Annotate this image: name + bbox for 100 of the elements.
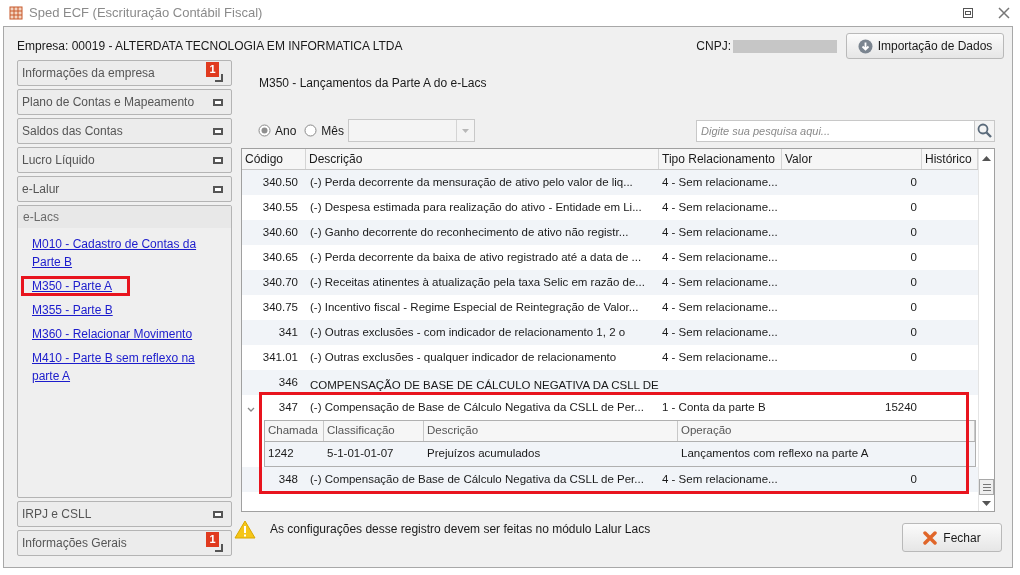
table-cell: 4 - Sem relacioname... — [662, 300, 778, 313]
table-cell: 1242 — [268, 447, 294, 460]
table-cell-text: 0 — [910, 299, 917, 315]
section-label: IRPJ e CSLL — [22, 506, 92, 523]
table-cell: (-) Compensação de Base de Cálculo Negativa da CSLL de Per... — [310, 472, 644, 485]
nav-link[interactable]: M355 - Parte B — [32, 301, 113, 319]
close-button[interactable]: Fechar — [902, 523, 1002, 552]
accordion-header[interactable]: Plano de Contas e Mapeamento — [17, 89, 232, 115]
table-cell-text: 15240 — [885, 399, 917, 415]
column-header[interactable]: Descrição — [306, 149, 659, 169]
nav-link[interactable]: M360 - Relacionar Movimento — [32, 325, 193, 343]
corner-icon — [214, 542, 223, 552]
table-cell: (-) Outras exclusões - com indicador de relacionamento 1, 2 o — [310, 325, 626, 338]
radio-button[interactable]: Mês — [304, 121, 345, 140]
table-cell: 4 - Sem relacioname... — [662, 325, 778, 338]
table-cell-text: 347 — [278, 399, 298, 415]
table-cell: 4 - Sem relacioname... — [662, 350, 778, 363]
table-cell: 4 - Sem relacioname... — [662, 275, 778, 288]
table-cell: (-) Incentivo fiscal - Regime Especial de Reintegração de Valor... — [310, 300, 639, 313]
collapse-icon — [213, 185, 223, 193]
section-header[interactable]: e-Lacs — [18, 206, 231, 228]
column-header[interactable]: Código — [242, 149, 306, 169]
nav-link[interactable]: M350 - Parte A — [32, 277, 113, 295]
accordion-header[interactable]: e-Lalur — [17, 176, 232, 202]
table-cell-text: 0 — [910, 249, 917, 265]
search-icon — [977, 123, 992, 138]
accordion-header[interactable]: Saldos das Contas — [17, 118, 232, 144]
table-cell-text: 348 — [278, 471, 298, 487]
column-header[interactable]: Classificação — [324, 421, 424, 441]
table-cell-text: 0 — [910, 174, 917, 190]
table-cell-text: 0 — [910, 349, 917, 365]
radio-empty-icon — [304, 124, 318, 137]
table-cell-text: 0 — [910, 224, 917, 240]
accordion-header[interactable]: Informações Gerais 1 — [17, 530, 232, 556]
search-field[interactable]: Digite sua pesquisa aqui... — [696, 119, 975, 142]
table-cell: Prejuízos acumulados — [427, 447, 541, 460]
table-cell: 4 - Sem relacioname... — [662, 250, 778, 263]
download-icon — [857, 38, 873, 54]
section-label: Plano de Contas e Mapeamento — [22, 94, 195, 111]
accordion-header[interactable]: Lucro Líquido — [17, 147, 232, 173]
table-cell: 4 - Sem relacioname... — [662, 200, 778, 213]
column-header[interactable]: Chamada — [265, 421, 324, 441]
section-label: Saldos das Contas — [22, 123, 123, 140]
window-title: Sped ECF (Escrituração Contábil Fiscal) — [29, 4, 263, 23]
table-cell: (-) Despesa estimada para realização do ativo - Entidade em Li... — [310, 200, 642, 213]
warning-icon — [234, 520, 256, 539]
scrollbar-thumb[interactable] — [979, 479, 994, 495]
table-cell: (-) Outras exclusões - qualquer indicador de relacionamento — [310, 350, 617, 363]
column-header[interactable]: Tipo Relacionamento — [659, 149, 782, 169]
radio-button[interactable]: Ano — [258, 121, 297, 140]
table-cell-text: 341.01 — [262, 349, 298, 365]
table-cell: 4 - Sem relacioname... — [662, 225, 778, 238]
table-cell-text: COMPENSAÇÃO DE BASE DE CÁLCULO NEGATIVA DA CSLL DE — [309, 377, 659, 393]
column-header[interactable]: Valor — [782, 149, 922, 169]
close-x-icon — [923, 530, 938, 545]
nav-link[interactable]: M010 - Cadastro de Contas da Parte B — [32, 235, 206, 271]
scroll-up-arrow-icon[interactable] — [982, 156, 991, 161]
dropdown-arrow-icon — [462, 128, 470, 133]
column-header[interactable]: Histórico — [922, 149, 978, 169]
table-cell-text: 340.75 — [262, 299, 298, 315]
table-cell-text: 340.60 — [262, 224, 298, 240]
collapse-icon — [213, 98, 223, 106]
collapse-icon — [213, 156, 223, 164]
table-cell: (-) Ganho decorrente do reconhecimento de ativo não registr... — [310, 225, 629, 238]
table-cell: 1 - Conta da parte B — [662, 400, 766, 413]
page-title: M350 - Lançamentos da Parte A do e-Lacs — [258, 75, 488, 90]
radio-selected-icon — [258, 124, 271, 137]
spreadsheet-icon — [9, 6, 23, 20]
section-label: Informações Gerais — [22, 535, 127, 552]
cnpj-label: CNPJ: — [696, 38, 731, 55]
table-cell-text: 0 — [910, 471, 917, 487]
table-cell: (-) Perda decorrente da mensuração de ativo pelo valor de liq... — [310, 175, 633, 188]
search-button[interactable] — [975, 119, 995, 142]
column-header[interactable]: Operação — [678, 421, 975, 441]
scroll-down-arrow-icon[interactable] — [982, 501, 991, 506]
restore-icon[interactable] — [962, 7, 974, 19]
section-label: Lucro Líquido — [22, 152, 95, 169]
notification-badge: 1 — [206, 62, 219, 77]
notice-text: As configurações desse registro devem ser feitas no módulo Lalur Lacs — [270, 520, 651, 538]
table-cell-text: 340.65 — [262, 249, 298, 265]
section-label: e-Lalur — [22, 181, 60, 198]
table-cell: 4 - Sem relacioname... — [662, 175, 778, 188]
table-cell-text: 340.70 — [262, 274, 298, 290]
close-icon[interactable] — [998, 7, 1010, 19]
import-button[interactable]: Importação de Dados — [846, 33, 1004, 59]
column-header[interactable]: Descrição — [424, 421, 678, 441]
corner-icon — [214, 72, 223, 82]
table-cell-text: 0 — [910, 274, 917, 290]
table-cell-text: 0 — [910, 199, 917, 215]
chevron-down-icon[interactable] — [247, 407, 255, 412]
table-cell-text: 340.55 — [262, 199, 298, 215]
nav-link[interactable]: M410 - Parte B sem reflexo na parte A — [32, 349, 206, 385]
table-cell: 4 - Sem relacioname... — [662, 472, 778, 485]
table-cell: (-) Compensação de Base de Cálculo Negativa da CSLL de Per... — [310, 400, 644, 413]
company-label: Empresa: 00019 - ALTERDATA TECNOLOGIA EM INFORMATICA LTDA — [17, 38, 403, 55]
collapse-icon — [213, 127, 223, 135]
accordion-header[interactable]: Informações da empresa 1 — [17, 60, 232, 86]
accordion-header[interactable]: IRPJ e CSLL — [17, 501, 232, 527]
table-cell-text: 0 — [910, 324, 917, 340]
table-cell: 5-1-01-01-07 — [327, 447, 394, 460]
